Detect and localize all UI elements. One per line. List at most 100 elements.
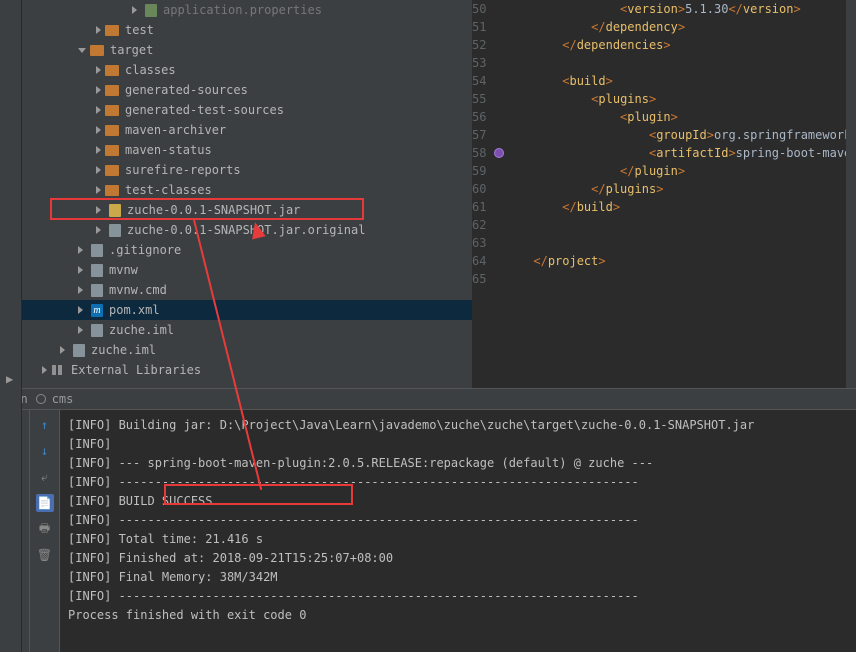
tree-row[interactable]: zuche.iml [22,340,472,360]
expand-arrow-icon[interactable] [96,86,101,94]
spacer [96,206,105,214]
console-line: Process finished with exit code 0 [68,606,848,625]
tree-row[interactable]: maven-archiver [22,120,472,140]
console-line: [INFO] BUILD SUCCESS [68,492,848,511]
tree-label: mvnw [109,263,138,277]
tree-label: pom.xml [109,303,160,317]
line-gutter: 50515253545556575859606162636465 [472,0,494,388]
soft-wrap-icon[interactable]: ⤶ [36,468,54,486]
console-line: [INFO] [68,435,848,454]
gutter-collapse-arrow[interactable]: ▶ [6,372,21,386]
tree-row[interactable]: generated-sources [22,80,472,100]
folder-icon [105,105,119,116]
expand-arrow-icon[interactable] [42,366,47,374]
tree-label: classes [125,63,176,77]
tree-row[interactable]: maven-status [22,140,472,160]
folder-icon [105,165,119,176]
tree-label: target [110,43,153,57]
tree-label: generated-test-sources [125,103,284,117]
expand-arrow-icon[interactable] [96,126,101,134]
library-icon [51,364,65,376]
tree-row[interactable]: zuche.iml [22,320,472,340]
file-icon [109,224,121,237]
tree-row[interactable]: m pom.xml [22,300,472,320]
tree-row[interactable]: surefire-reports [22,160,472,180]
tree-row[interactable]: zuche-0.0.1-SNAPSHOT.jar [22,200,472,220]
tree-label: application.properties [163,3,322,17]
tree-label: test-classes [125,183,212,197]
expand-arrow-icon[interactable] [96,106,101,114]
expand-arrow-icon[interactable] [78,48,86,53]
tree-label: zuche.iml [109,323,174,337]
gutter-mark-icon[interactable] [494,148,504,158]
tree-row[interactable]: target [22,40,472,60]
code-editor[interactable]: 50515253545556575859606162636465 <versio… [472,0,856,388]
jar-icon [109,204,121,217]
console-line: [INFO] --- spring-boot-maven-plugin:2.0.… [68,454,848,473]
up-arrow-icon[interactable]: ↑ [36,416,54,434]
tree-label: surefire-reports [125,163,241,177]
properties-icon [145,4,157,17]
maven-icon: m [91,304,103,317]
spacer [78,326,87,334]
tree-label: test [125,23,154,37]
tree-label: zuche.iml [91,343,156,357]
file-icon [91,324,103,337]
file-icon [91,244,103,257]
left-gutter: ▶ [0,0,22,652]
gutter-icons [494,0,504,388]
print-icon[interactable]: 🖶 [36,520,54,538]
tree-row[interactable]: mvnw [22,260,472,280]
tree-label: maven-status [125,143,212,157]
folder-icon [105,25,119,36]
folder-icon [90,45,104,56]
tree-label: maven-archiver [125,123,226,137]
editor-scrollbar[interactable] [846,0,856,388]
console-line: [INFO] Finished at: 2018-09-21T15:25:07+… [68,549,848,568]
run-toolbar-right: ↑ ↓ ⤶ 📄 🖶 🗑 [30,410,60,652]
scroll-end-icon[interactable]: 📄 [36,494,54,512]
expand-arrow-icon[interactable] [96,166,101,174]
tree-row[interactable]: .gitignore [22,240,472,260]
spacer [78,306,87,314]
console-line: [INFO] ---------------------------------… [68,473,848,492]
console-line: [INFO] Building jar: D:\Project\Java\Lea… [68,416,848,435]
tree-label: mvnw.cmd [109,283,167,297]
file-icon [91,284,103,297]
tree-label: generated-sources [125,83,248,97]
console-line: [INFO] ---------------------------------… [68,511,848,530]
tree-label: zuche-0.0.1-SNAPSHOT.jar.original [127,223,365,237]
spacer [78,246,87,254]
expand-arrow-icon[interactable] [96,26,101,34]
expand-arrow-icon[interactable] [96,66,101,74]
tree-row[interactable]: test-classes [22,180,472,200]
run-config-name: cms [52,392,74,406]
spacer [60,346,69,354]
tree-row[interactable]: application.properties [22,0,472,20]
folder-icon [105,145,119,156]
tree-label: zuche-0.0.1-SNAPSHOT.jar [127,203,300,217]
tree-row[interactable]: zuche-0.0.1-SNAPSHOT.jar.original [22,220,472,240]
console-output[interactable]: [INFO] Building jar: D:\Project\Java\Lea… [60,410,856,652]
folder-icon [105,65,119,76]
expand-arrow-icon[interactable] [96,146,101,154]
tree-row[interactable]: test [22,20,472,40]
down-arrow-icon[interactable]: ↓ [36,442,54,460]
trash-icon[interactable]: 🗑 [36,546,54,564]
folder-icon [105,125,119,136]
tree-row[interactable]: mvnw.cmd [22,280,472,300]
tree-row[interactable]: External Libraries [22,360,472,380]
gear-icon[interactable] [36,394,46,404]
spacer [78,266,87,274]
spacer [78,286,87,294]
file-icon [73,344,85,357]
tree-row[interactable]: generated-test-sources [22,100,472,120]
project-tree[interactable]: application.properties test target classes g… [0,0,472,388]
tree-row[interactable]: classes [22,60,472,80]
expand-arrow-icon[interactable] [96,186,101,194]
code-area[interactable]: <version>5.1.30</version> </dependency> … [504,0,856,388]
folder-icon [105,85,119,96]
tree-label: .gitignore [109,243,181,257]
spacer [96,226,105,234]
run-tab-bar[interactable]: Run cms [0,388,856,410]
